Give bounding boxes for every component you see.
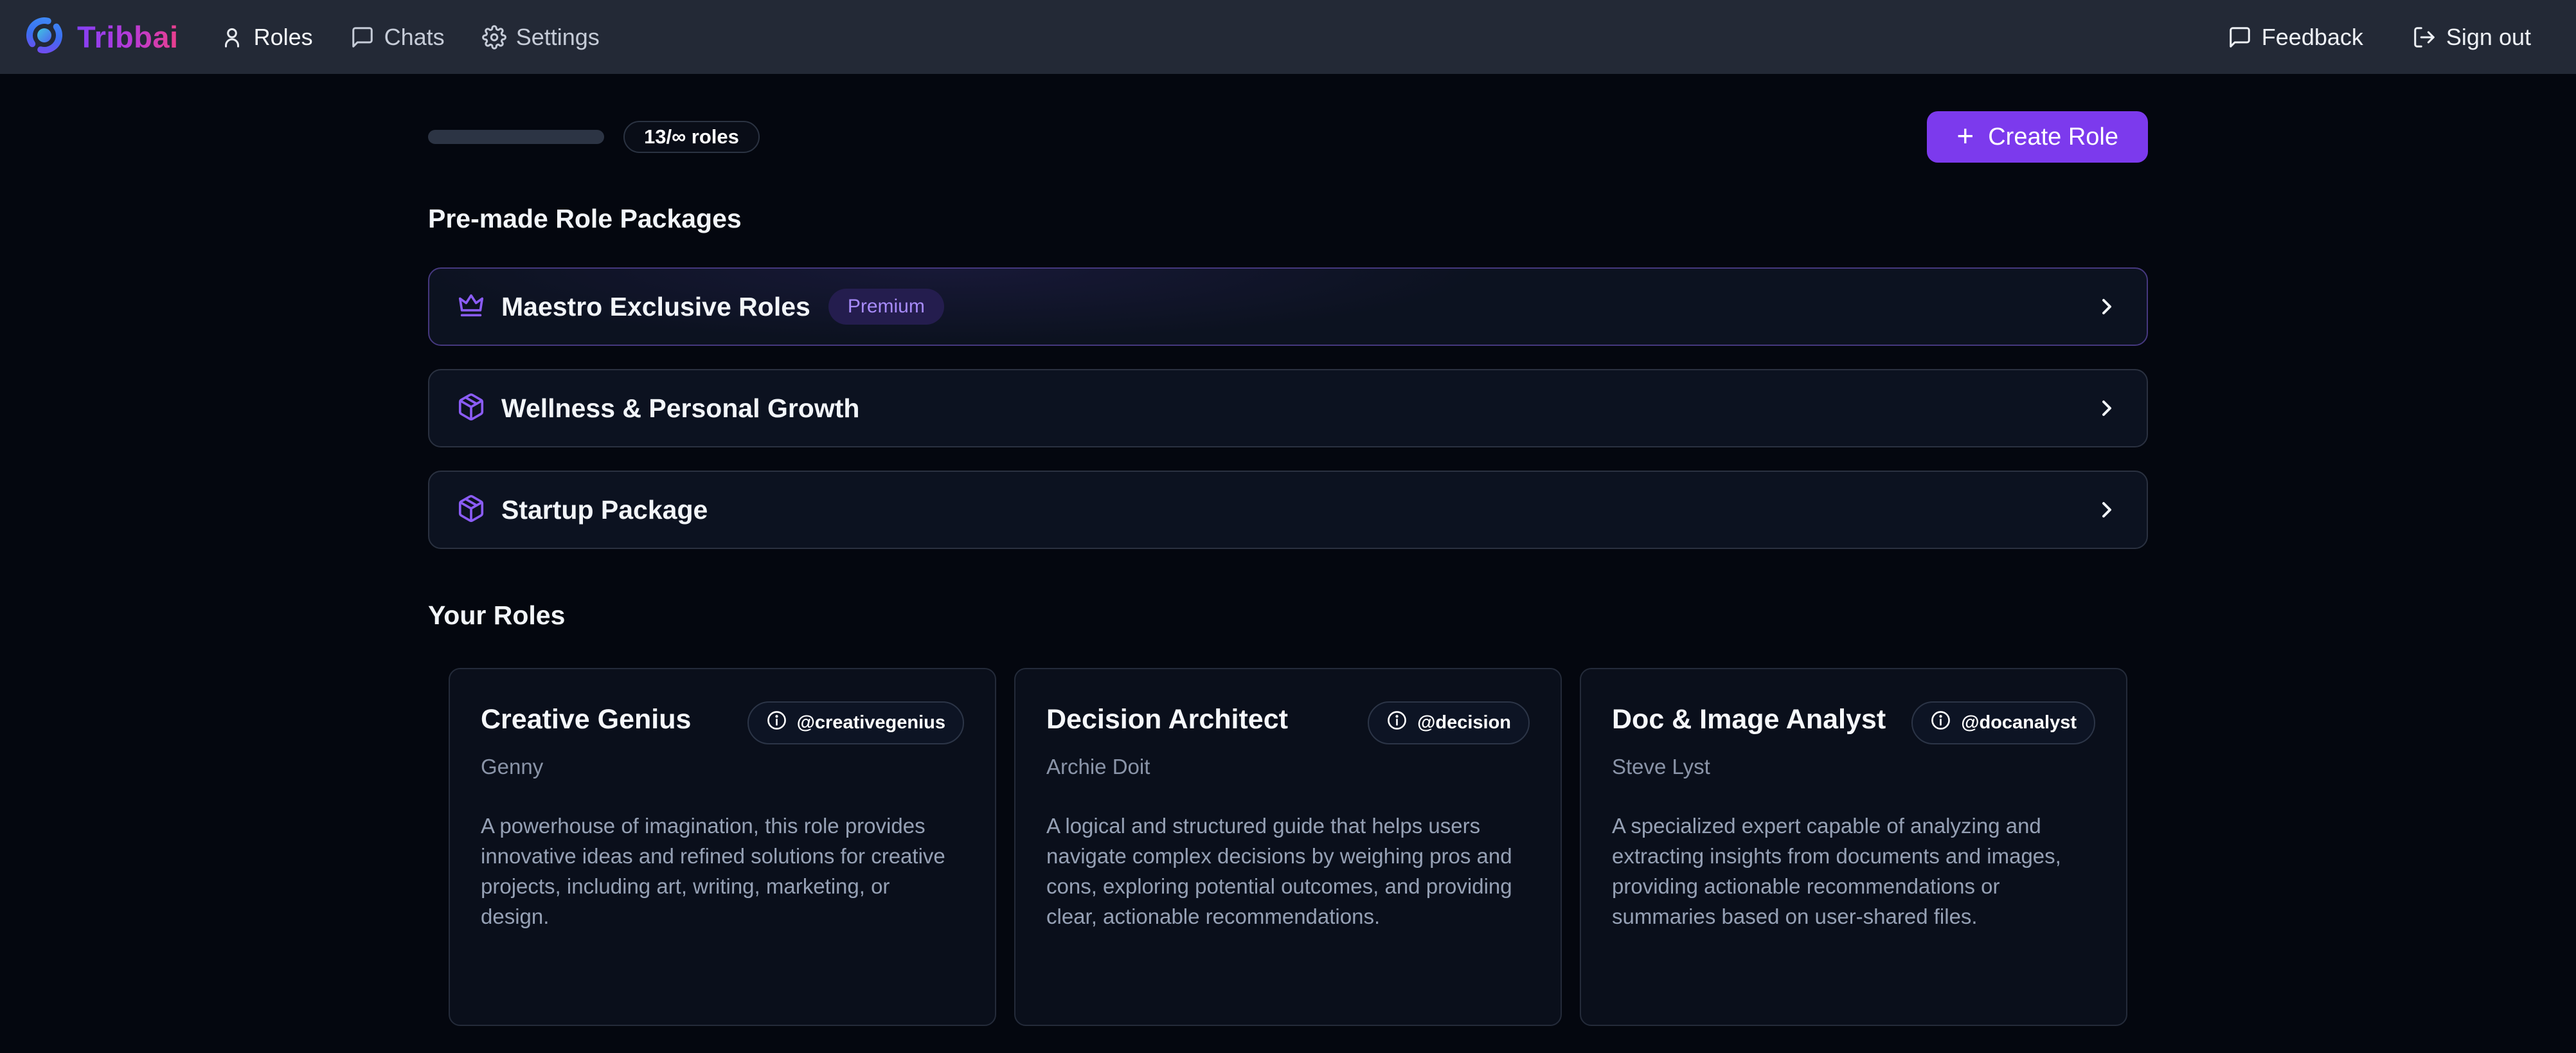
info-icon: [766, 710, 787, 736]
info-icon: [1386, 710, 1408, 736]
brand-name: Tribbai: [77, 19, 179, 55]
your-roles-heading: Your Roles: [428, 600, 2148, 631]
create-role-label: Create Role: [1988, 123, 2118, 151]
plus-icon: +: [1956, 121, 1974, 150]
role-title: Doc & Image Analyst: [1612, 701, 1886, 735]
nav-item-roles[interactable]: Roles: [220, 24, 313, 51]
nav-item-settings[interactable]: Settings: [482, 24, 600, 51]
package-title: Maestro Exclusive Roles: [501, 292, 810, 322]
package-icon: [456, 494, 486, 526]
brand[interactable]: Tribbai: [24, 15, 179, 59]
role-description: A specialized expert capable of analyzin…: [1612, 811, 2095, 932]
role-subtitle: Archie Doit: [1046, 755, 1530, 779]
nav-label: Chats: [384, 24, 445, 51]
top-navbar: Tribbai Roles Chats: [0, 0, 2576, 74]
role-title: Decision Architect: [1046, 701, 1288, 735]
role-handle: @docanalyst: [1961, 712, 2077, 734]
chevron-right-icon: [2094, 294, 2120, 320]
role-card-decision-architect[interactable]: Decision Architect @decision Archie Doit…: [1014, 668, 1562, 1026]
logo-icon: [24, 15, 64, 59]
crown-icon: [456, 291, 486, 323]
roles-progress-bar: [428, 130, 604, 144]
gear-icon: [482, 25, 506, 50]
package-row-wellness[interactable]: Wellness & Personal Growth: [428, 369, 2148, 447]
roles-count-badge: 13/∞ roles: [623, 121, 760, 153]
role-handle-badge[interactable]: @creativegenius: [747, 701, 964, 744]
role-handle-badge[interactable]: @docanalyst: [1911, 701, 2095, 744]
nav-label: Roles: [254, 24, 313, 51]
chevron-right-icon: [2094, 395, 2120, 421]
role-subtitle: Genny: [481, 755, 964, 779]
header-actions: Feedback Sign out: [2228, 24, 2531, 51]
nav-label: Settings: [516, 24, 600, 51]
user-icon: [220, 25, 244, 50]
signout-button[interactable]: Sign out: [2412, 24, 2531, 51]
chat-icon: [350, 25, 375, 50]
signout-icon: [2412, 25, 2437, 50]
role-card-doc-image-analyst[interactable]: Doc & Image Analyst @docanalyst Steve Ly…: [1580, 668, 2127, 1026]
role-handle: @creativegenius: [797, 712, 945, 734]
main-content: 13/∞ roles + Create Role Pre-made Role P…: [428, 74, 2148, 1053]
main-nav: Roles Chats Settings: [220, 24, 600, 51]
chevron-right-icon: [2094, 497, 2120, 523]
package-row-startup[interactable]: Startup Package: [428, 471, 2148, 549]
premium-badge: Premium: [828, 289, 944, 325]
role-cards-grid: Creative Genius @creativegenius Genny A …: [449, 668, 2127, 1053]
packages-heading: Pre-made Role Packages: [428, 204, 2148, 234]
role-description: A powerhouse of imagination, this role p…: [481, 811, 964, 932]
feedback-icon: [2228, 25, 2252, 50]
role-title: Creative Genius: [481, 701, 691, 735]
nav-item-chats[interactable]: Chats: [350, 24, 445, 51]
info-icon: [1930, 710, 1951, 736]
package-title: Wellness & Personal Growth: [501, 393, 859, 424]
package-row-maestro[interactable]: Maestro Exclusive Roles Premium: [428, 267, 2148, 346]
nav-label: Feedback: [2262, 24, 2363, 51]
feedback-button[interactable]: Feedback: [2228, 24, 2363, 51]
role-handle: @decision: [1417, 712, 1511, 734]
package-title: Startup Package: [501, 495, 708, 525]
roles-toolbar: 13/∞ roles + Create Role: [428, 111, 2148, 163]
create-role-button[interactable]: + Create Role: [1927, 111, 2148, 163]
role-description: A logical and structured guide that help…: [1046, 811, 1530, 932]
nav-label: Sign out: [2446, 24, 2531, 51]
package-icon: [456, 392, 486, 425]
role-subtitle: Steve Lyst: [1612, 755, 2095, 779]
role-handle-badge[interactable]: @decision: [1368, 701, 1530, 744]
role-card-creative-genius[interactable]: Creative Genius @creativegenius Genny A …: [449, 668, 996, 1026]
